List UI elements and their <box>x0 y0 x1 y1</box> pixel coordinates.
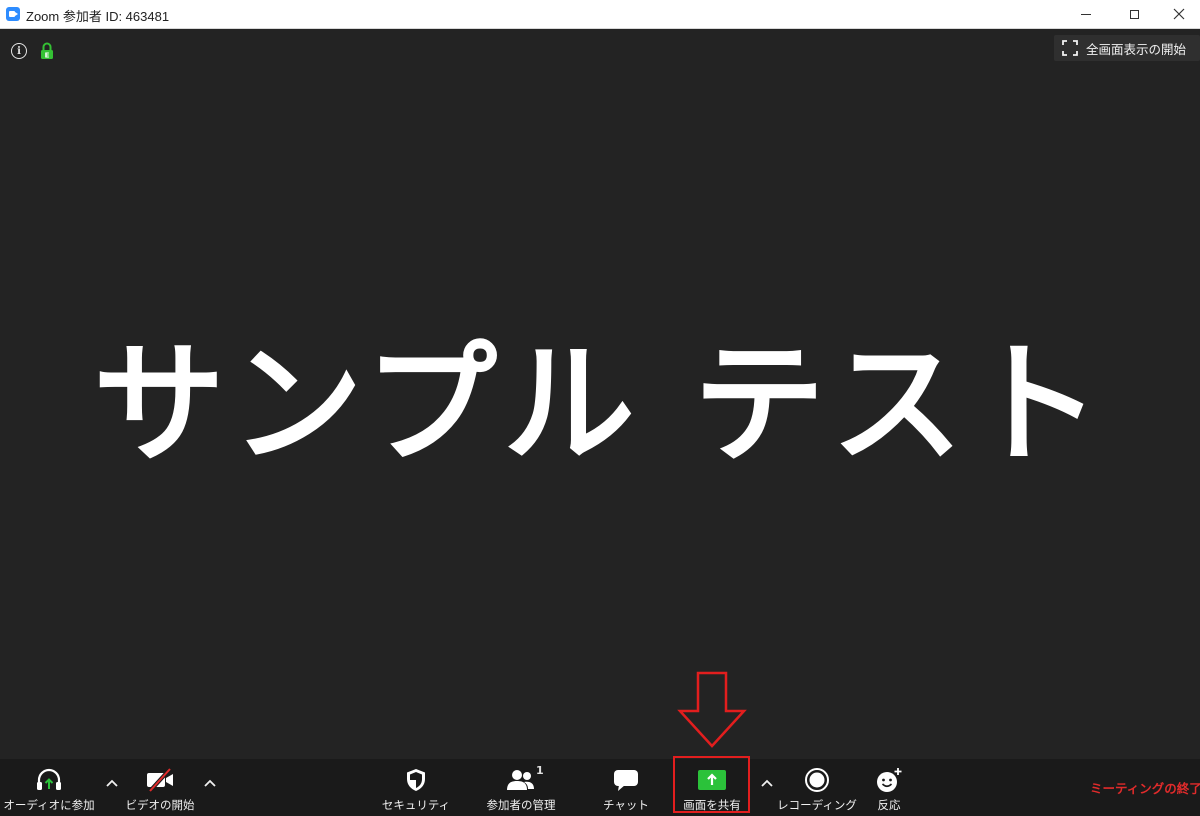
fullscreen-button[interactable]: 全画面表示の開始 <box>1054 35 1200 61</box>
shield-icon <box>405 768 427 792</box>
window-title: Zoom 参加者 ID: 463481 <box>26 9 170 24</box>
end-meeting-button[interactable]: ミーティングの終了 <box>1090 778 1200 797</box>
fullscreen-label: 全画面表示の開始 <box>1086 41 1187 57</box>
minimize-icon <box>1081 13 1091 15</box>
lock-icon[interactable]: E <box>40 42 54 60</box>
share-screen-button[interactable]: 画面を共有 <box>676 759 748 816</box>
headphones-icon <box>35 768 63 792</box>
meeting-toolbar: オーディオに参加 ビデオの開始 セキュリティ 1 参加者の管理 チャット 画面を… <box>0 759 1200 816</box>
start-video-label: ビデオの開始 <box>125 798 195 812</box>
record-label: レコーディング <box>777 798 857 812</box>
chat-label: チャット <box>603 798 649 812</box>
participants-icon: 1 <box>506 764 544 792</box>
start-video-button[interactable]: ビデオの開始 <box>124 759 196 816</box>
chat-button[interactable]: チャット <box>598 759 654 816</box>
manage-participants-label: 参加者の管理 <box>486 798 556 812</box>
chevron-up-icon[interactable] <box>104 777 120 789</box>
record-icon <box>804 768 830 792</box>
reactions-button[interactable]: 反応 <box>868 759 910 816</box>
chevron-up-icon[interactable] <box>759 777 775 789</box>
join-audio-label: オーディオに参加 <box>3 798 95 812</box>
manage-participants-button[interactable]: 1 参加者の管理 <box>480 759 562 816</box>
share-screen-label: 画面を共有 <box>683 798 741 812</box>
chevron-up-icon[interactable] <box>202 777 218 789</box>
svg-text:E: E <box>45 52 50 60</box>
fullscreen-icon <box>1062 40 1078 56</box>
join-audio-button[interactable]: オーディオに参加 <box>0 759 98 816</box>
security-button[interactable]: セキュリティ <box>381 759 451 816</box>
app-icon <box>6 7 20 21</box>
close-button[interactable] <box>1158 0 1200 28</box>
maximize-button[interactable] <box>1110 0 1158 28</box>
down-arrow-annotation <box>677 671 747 748</box>
minimize-button[interactable] <box>1062 0 1110 28</box>
participants-count: 1 <box>536 764 544 777</box>
record-button[interactable]: レコーディング <box>777 759 857 816</box>
maximize-icon <box>1129 9 1139 19</box>
info-icon[interactable]: i <box>11 43 27 59</box>
chat-icon <box>613 768 639 792</box>
shared-content-text: サンプル テスト <box>93 328 1107 482</box>
security-label: セキュリティ <box>381 798 451 812</box>
reaction-icon <box>875 768 903 792</box>
reactions-label: 反応 <box>877 798 901 812</box>
video-off-icon <box>145 768 175 792</box>
close-icon <box>1173 8 1185 20</box>
share-screen-icon <box>697 768 727 792</box>
title-bar: Zoom 参加者 ID: 463481 <box>0 0 1200 29</box>
